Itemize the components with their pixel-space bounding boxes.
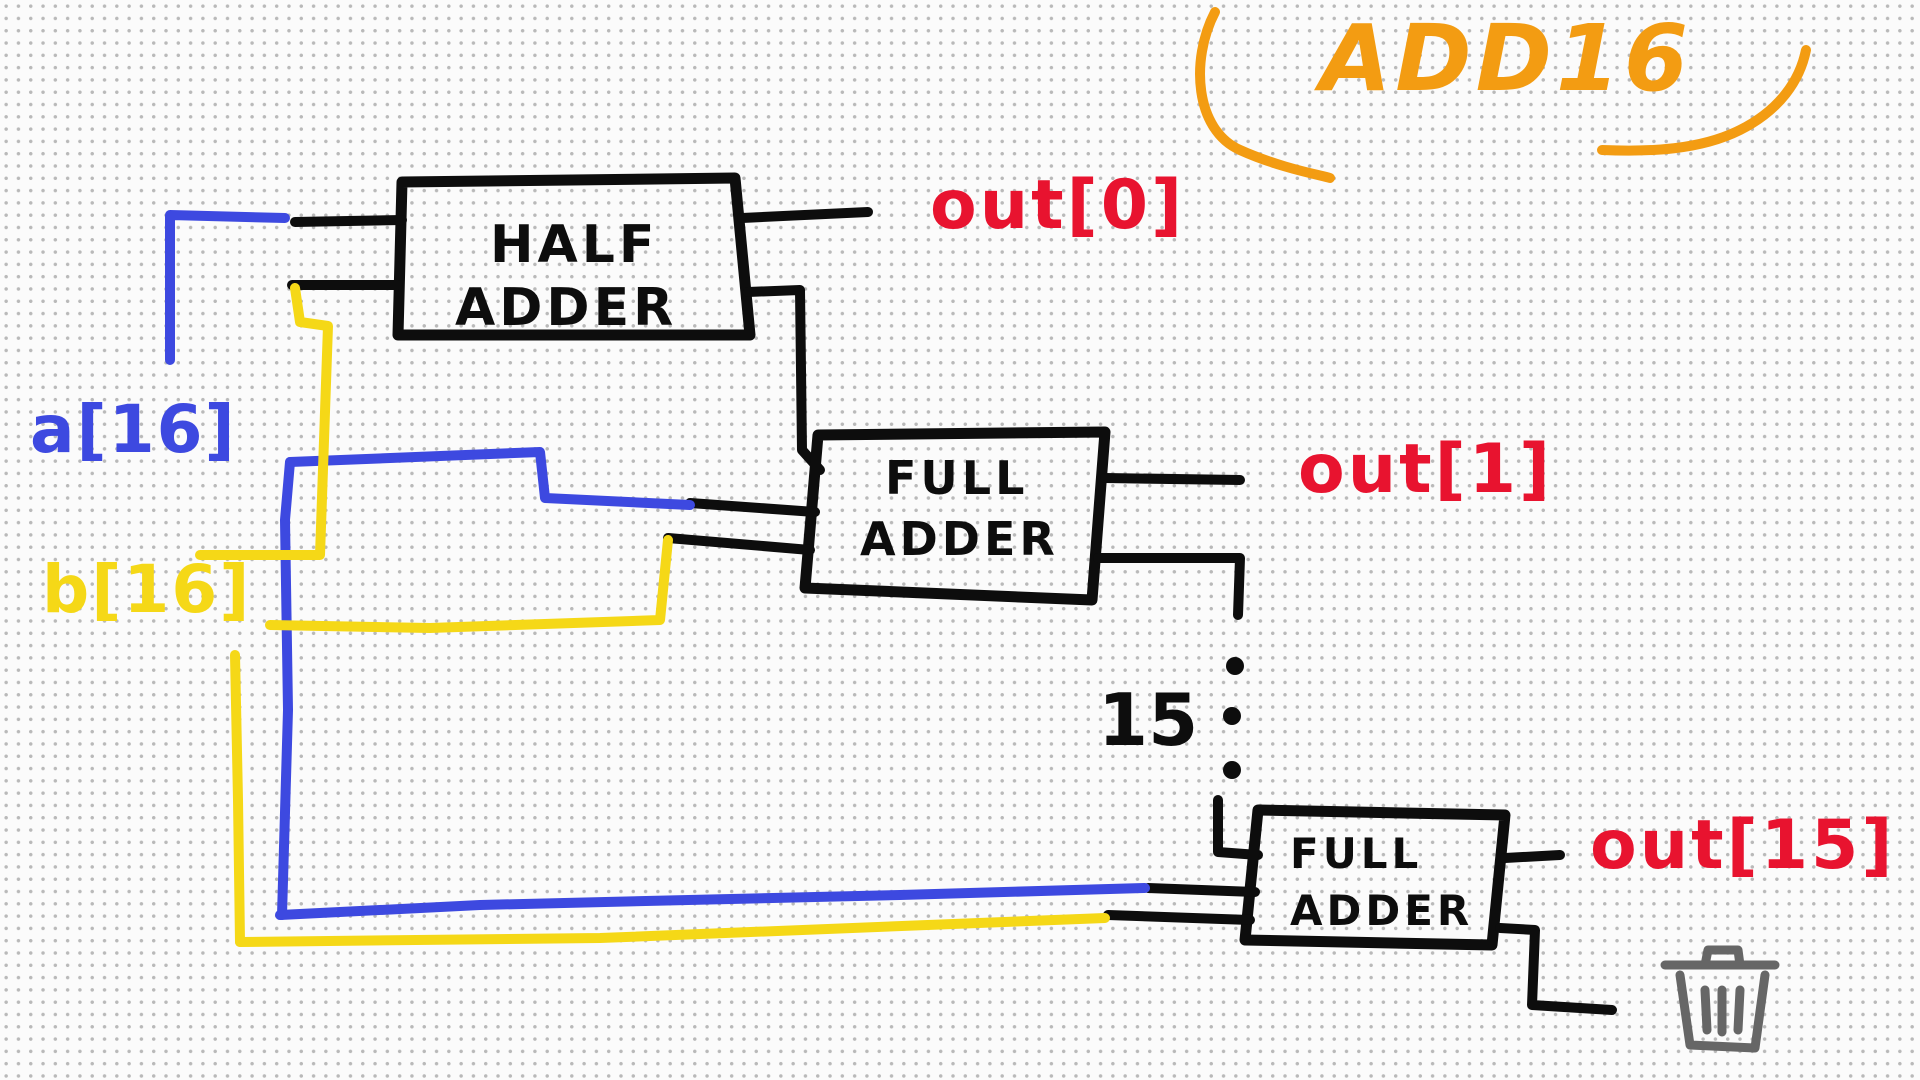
a-bus-wire-bit15 [275, 883, 1150, 920]
full-adder-15-label-line1: FULL [1290, 829, 1422, 878]
carry-chain-dot [1223, 761, 1241, 779]
input-a-label: a[16] [30, 391, 237, 468]
full-adder-1-label-line1: FULL [885, 451, 1028, 505]
input-b-label: b[16] [42, 551, 251, 628]
full-adder-1-input-a [685, 498, 820, 517]
a-bus-trunk [277, 457, 295, 920]
full-adder-15-sum-wire [1500, 850, 1565, 863]
full-adder-1-sum-wire [1100, 473, 1245, 485]
carry-chain-dot [1223, 707, 1241, 725]
repeat-count-label: 15 [1098, 678, 1198, 762]
full-adder-1-label-line2: ADDER [860, 512, 1059, 566]
full-adder-1-input-b [663, 533, 815, 555]
full-adder-15-carry-wire [1495, 923, 1617, 1015]
half-adder-label-line2: ADDER [455, 278, 677, 338]
a-bus-wire [165, 210, 290, 365]
title-arc-left [1195, 7, 1335, 183]
full-adder-15-label-line2: ADDER [1290, 886, 1473, 935]
half-adder-sum-wire [737, 207, 873, 223]
half-adder-label-line1: HALF [490, 215, 658, 275]
output-label-1: out[1] [1298, 430, 1553, 509]
adder-circuit-diagram: ADD16 HALF ADDER FULL ADDER 15 FULL ADDE… [30, 5, 1895, 1053]
output-label-0: out[0] [930, 166, 1185, 245]
full-adder-15-input-b [1103, 910, 1255, 925]
output-label-15: out[15] [1590, 806, 1895, 885]
b-bus-wire-bit15 [235, 913, 1110, 947]
half-adder-input-a [290, 215, 407, 227]
title: ADD16 [1314, 5, 1692, 112]
b-bus-trunk [230, 650, 245, 947]
full-adder-1-carry-wire [1093, 553, 1245, 620]
a-bus-wire-bit1 [285, 447, 695, 510]
whiteboard-canvas: ADD16 HALF ADDER FULL ADDER 15 FULL ADDE… [0, 0, 1920, 1080]
half-adder-carry-wire [743, 285, 825, 475]
b-bus-wire-bit1 [265, 535, 673, 633]
full-adder-15-input-a [1143, 883, 1260, 897]
carry-chain-dot [1226, 657, 1244, 675]
trash-icon [1660, 945, 1780, 1053]
